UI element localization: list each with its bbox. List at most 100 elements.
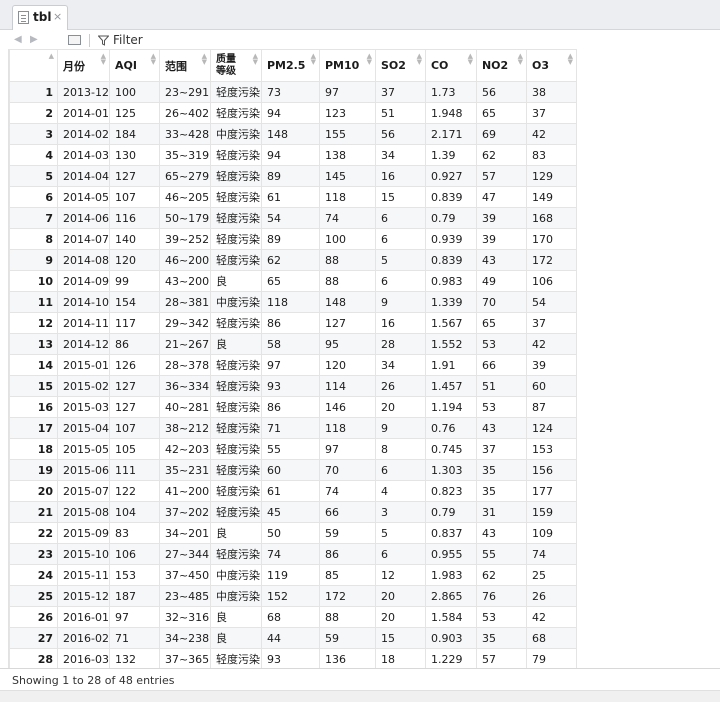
table-cell: 中度污染 (209, 123, 262, 145)
table-cell: 156 (525, 459, 577, 481)
table-cell: 2015-07 (57, 480, 110, 502)
table-row[interactable]: 15 2015-02 127 36~334 轻度污染 93 114 26 1.457 51 60 (9, 375, 577, 397)
table-row[interactable]: 20 2015-07 122 41~200 轻度污染 61 74 4 0.823 35 177 (9, 480, 577, 502)
table-row[interactable]: 2 2014-01 125 26~402 轻度污染 94 123 51 1.948 65 37 (9, 102, 577, 124)
sort-arrows-icon: ▲ ▼ (416, 52, 422, 66)
table-row[interactable]: 28 2016-03 132 37~365 轻度污染 93 136 18 1.229 57 79 (9, 648, 577, 668)
row-number-cell: 21 (9, 501, 58, 523)
column-header-label: 质量 等级 (215, 53, 236, 77)
table-row[interactable]: 17 2015-04 107 38~212 轻度污染 71 118 9 0.76 43 124 (9, 417, 577, 439)
row-number-cell: 23 (9, 543, 58, 565)
table-cell: 120 (318, 354, 376, 376)
table-row[interactable]: 24 2015-11 153 37~450 中度污染 119 85 12 1.983 62 25 (9, 564, 577, 586)
table-cell: 0.823 (424, 480, 477, 502)
table-cell: 136 (318, 648, 376, 668)
table-cell: 127 (318, 312, 376, 334)
table-cell: 60 (260, 459, 320, 481)
table-cell: 2015-06 (57, 459, 110, 481)
table-row[interactable]: 22 2015-09 83 34~201 良 50 59 5 0.837 43 109 (9, 522, 577, 544)
table-cell: 127 (108, 396, 160, 418)
table-row[interactable]: 26 2016-01 97 32~316 良 68 88 20 1.584 53 42 (9, 606, 577, 628)
table-row[interactable]: 1 2013-12 100 23~291 轻度污染 73 97 37 1.73 56 38 (9, 81, 577, 103)
table-cell: 118 (318, 417, 376, 439)
table-row[interactable]: 8 2014-07 140 39~252 轻度污染 89 100 6 0.939 39 170 (9, 228, 577, 250)
horizontal-scrollbar[interactable] (0, 690, 720, 702)
table-cell: 116 (108, 207, 160, 229)
table-cell: 71 (108, 627, 160, 649)
table-cell: 31 (475, 501, 527, 523)
column-header[interactable]: SO2 ▲ ▼ (374, 49, 426, 82)
table-cell: 34 (374, 354, 426, 376)
table-row[interactable]: 11 2014-10 154 28~381 中度污染 118 148 9 1.339 70 54 (9, 291, 577, 313)
column-header[interactable]: 月份 ▲ ▼ (57, 49, 110, 82)
column-header[interactable]: AQI ▲ ▼ (108, 49, 160, 82)
table-row[interactable]: 6 2014-05 107 46~205 轻度污染 61 118 15 0.839 47 149 (9, 186, 577, 208)
table-cell: 0.745 (424, 438, 477, 460)
table-cell: 130 (108, 144, 160, 166)
table-row[interactable]: 18 2015-05 105 42~203 轻度污染 55 97 8 0.745 37 153 (9, 438, 577, 460)
table-cell: 2014-04 (57, 165, 110, 187)
table-cell: 37~202 (158, 501, 211, 523)
data-grid[interactable]: ▲ 月份 ▲ ▼ AQI ▲ ▼ 范围 ▲ ▼ 质量 等级 ▲ ▼ PM2.5 ▲ ▼ PM10 ▲ ▼ SO2 ▲ ▼… (8, 49, 720, 668)
column-header[interactable]: PM2.5 ▲ ▼ (260, 49, 320, 82)
table-row[interactable]: 23 2015-10 106 27~344 轻度污染 74 86 6 0.955 55 74 (9, 543, 577, 565)
column-header[interactable]: O3 ▲ ▼ (525, 49, 577, 82)
table-cell: 57 (475, 648, 527, 668)
table-row[interactable]: 14 2015-01 126 28~378 轻度污染 97 120 34 1.91 66 39 (9, 354, 577, 376)
column-header-label: 范围 (164, 59, 187, 73)
table-cell: 2015-04 (57, 417, 110, 439)
column-header[interactable]: 质量 等级 ▲ ▼ (209, 49, 262, 82)
table-cell: 79 (525, 648, 577, 668)
table-row[interactable]: 7 2014-06 116 50~179 轻度污染 54 74 6 0.79 39 168 (9, 207, 577, 229)
data-table: ▲ 月份 ▲ ▼ AQI ▲ ▼ 范围 ▲ ▼ 质量 等级 ▲ ▼ PM2.5 ▲ ▼ PM10 ▲ ▼ SO2 ▲ ▼… (9, 49, 577, 668)
table-row[interactable]: 12 2014-11 117 29~342 轻度污染 86 127 16 1.567 65 37 (9, 312, 577, 334)
table-row[interactable]: 27 2016-02 71 34~238 良 44 59 15 0.903 35 68 (9, 627, 577, 649)
table-row[interactable]: 21 2015-08 104 37~202 轻度污染 45 66 3 0.79 31 159 (9, 501, 577, 523)
table-row[interactable]: 13 2014-12 86 21~267 良 58 95 28 1.552 53 42 (9, 333, 577, 355)
table-row[interactable]: 19 2015-06 111 35~231 轻度污染 60 70 6 1.303 35 156 (9, 459, 577, 481)
table-row[interactable]: 9 2014-08 120 46~200 轻度污染 62 88 5 0.839 43 172 (9, 249, 577, 271)
row-number-cell: 27 (9, 627, 58, 649)
table-row[interactable]: 5 2014-04 127 65~279 轻度污染 89 145 16 0.927 57 129 (9, 165, 577, 187)
table-row[interactable]: 3 2014-02 184 33~428 中度污染 148 155 56 2.171 69 42 (9, 123, 577, 145)
close-icon[interactable]: × (53, 10, 62, 23)
table-cell: 35~231 (158, 459, 211, 481)
table-cell: 120 (108, 249, 160, 271)
column-header[interactable]: PM10 ▲ ▼ (318, 49, 376, 82)
column-header[interactable]: NO2 ▲ ▼ (475, 49, 527, 82)
table-row[interactable]: 4 2014-03 130 35~319 轻度污染 94 138 34 1.39 62 83 (9, 144, 577, 166)
table-cell: 34~238 (158, 627, 211, 649)
column-header[interactable]: 范围 ▲ ▼ (158, 49, 211, 82)
table-cell: 100 (108, 81, 160, 103)
table-cell: 153 (108, 564, 160, 586)
table-row[interactable]: 25 2015-12 187 23~485 中度污染 152 172 20 2.865 76 26 (9, 585, 577, 607)
table-cell: 106 (108, 543, 160, 565)
back-arrow-icon[interactable]: ◀ (14, 34, 22, 45)
table-cell: 46~200 (158, 249, 211, 271)
row-number-cell: 12 (9, 312, 58, 334)
table-cell: 45 (260, 501, 320, 523)
tab-tbl[interactable]: tbl × (12, 5, 68, 30)
table-cell: 155 (318, 123, 376, 145)
table-cell: 20 (374, 606, 426, 628)
row-index-header[interactable]: ▲ (9, 49, 58, 82)
table-cell: 97 (318, 438, 376, 460)
table-cell: 56 (475, 81, 527, 103)
column-header[interactable]: CO ▲ ▼ (424, 49, 477, 82)
table-cell: 35~319 (158, 144, 211, 166)
table-cell: 6 (374, 270, 426, 292)
table-row[interactable]: 16 2015-03 127 40~281 轻度污染 86 146 20 1.194 53 87 (9, 396, 577, 418)
filter-button[interactable]: Filter (98, 33, 143, 47)
table-cell: 2014-08 (57, 249, 110, 271)
table-cell: 37 (374, 81, 426, 103)
table-cell: 轻度污染 (209, 480, 262, 502)
table-row[interactable]: 10 2014-09 99 43~200 良 65 88 6 0.983 49 106 (9, 270, 577, 292)
table-cell: 16 (374, 165, 426, 187)
table-cell: 62 (475, 144, 527, 166)
popout-window-icon[interactable] (68, 35, 81, 45)
table-cell: 129 (525, 165, 577, 187)
table-cell: 70 (475, 291, 527, 313)
forward-arrow-icon[interactable]: ▶ (30, 34, 38, 45)
table-cell: 2014-11 (57, 312, 110, 334)
table-cell: 轻度污染 (209, 459, 262, 481)
